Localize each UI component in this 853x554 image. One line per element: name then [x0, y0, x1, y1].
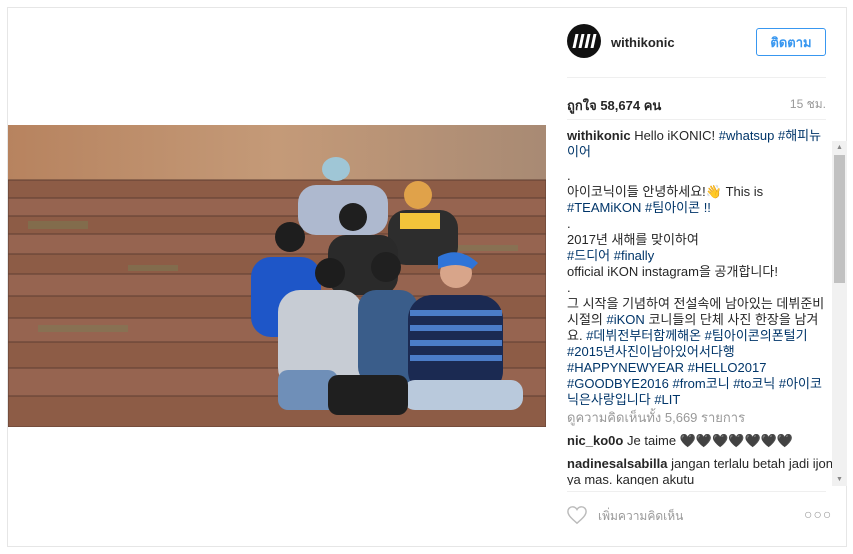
- ikon-logo-icon: [572, 34, 596, 48]
- caption-text: 아이코닉이들 안녕하세요!👋 This is: [567, 184, 764, 199]
- comment-username[interactable]: nic_ko0o: [567, 433, 623, 448]
- comment-text: Je taime 🖤🖤🖤🖤🖤🖤🖤: [626, 433, 794, 448]
- caption-dot: .: [567, 168, 571, 183]
- caption-hashtags[interactable]: #드디어 #finally: [567, 248, 833, 264]
- follow-button[interactable]: ติดตาม: [756, 28, 826, 56]
- add-comment-input[interactable]: เพิ่มความคิดเห็น: [598, 507, 683, 526]
- caption-dot: .: [567, 280, 571, 295]
- caption-text: Hello iKONIC!: [634, 128, 716, 143]
- scroll-up-arrow-icon[interactable]: ▲: [832, 141, 847, 154]
- comment-username[interactable]: nadinesalsabilla: [567, 456, 667, 471]
- post-sidebar: withikonic ติดตาม ถูกใจ 58,674 คน 15 ชม.…: [558, 7, 847, 547]
- avatar[interactable]: [567, 24, 601, 58]
- post-header: withikonic ติดตาม: [558, 7, 847, 79]
- post-time[interactable]: 15 ชม.: [790, 95, 826, 114]
- caption-hashtag[interactable]: #iKON: [607, 312, 645, 327]
- likes-divider: [567, 119, 826, 120]
- post-photo[interactable]: [8, 125, 546, 427]
- comments-list: withikonic Hello iKONIC! #whatsup #해피뉴이어…: [567, 128, 833, 485]
- caption: withikonic Hello iKONIC! #whatsup #해피뉴이어…: [567, 128, 833, 408]
- heart-outline-icon[interactable]: [566, 505, 588, 525]
- header-divider: [567, 77, 826, 78]
- scroll-down-arrow-icon[interactable]: ▼: [832, 473, 847, 486]
- caption-username[interactable]: withikonic: [567, 128, 631, 143]
- caption-text: official iKON instagram을 공개합니다!: [567, 264, 778, 279]
- comments-scrollbar[interactable]: ▲ ▼: [832, 141, 847, 486]
- likes-count[interactable]: ถูกใจ 58,674 คน: [567, 95, 661, 116]
- caption-text: 2017년 새해를 맞이하여: [567, 232, 699, 247]
- scroll-thumb[interactable]: [834, 155, 845, 283]
- view-all-comments-link[interactable]: ดูความคิดเห็นทั้ง 5,669 รายการ: [567, 410, 833, 426]
- photo-image: [8, 125, 546, 427]
- caption-hashtags[interactable]: #데뷔전부터함께해온 #팀아이콘의폰털기 #2015년사진이남아있어서다행 #H…: [567, 328, 822, 407]
- caption-dot: .: [567, 216, 571, 231]
- username-link[interactable]: withikonic: [611, 35, 675, 50]
- caption-hashtags[interactable]: #TEAMiKON #팀아이콘 !!: [567, 200, 711, 215]
- comment-item: nadinesalsabilla jangan terlalu betah ja…: [567, 456, 833, 485]
- comment-item: nic_ko0o Je taime 🖤🖤🖤🖤🖤🖤🖤: [567, 433, 833, 449]
- more-options-icon[interactable]: ○○○: [804, 506, 832, 522]
- actions-divider: [567, 491, 826, 492]
